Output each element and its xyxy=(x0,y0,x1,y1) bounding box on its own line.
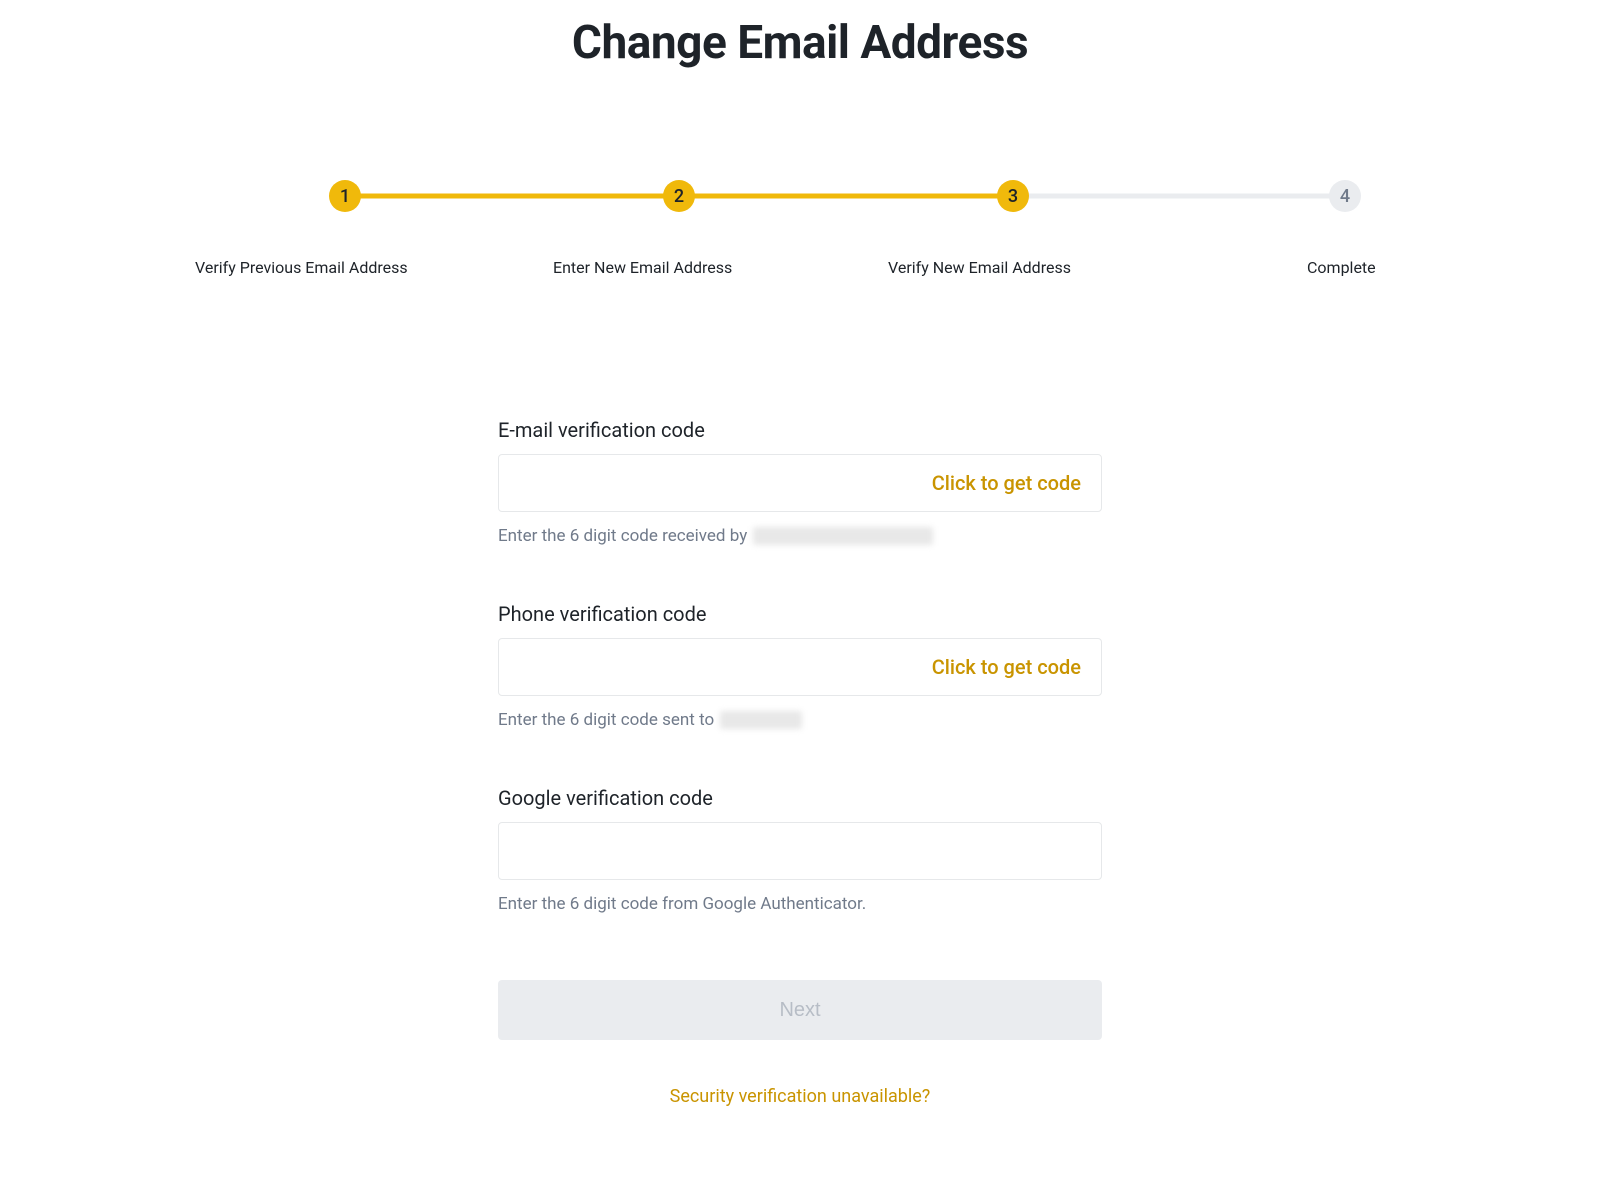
email-code-group: E-mail verification code Click to get co… xyxy=(498,418,1102,546)
email-code-input[interactable] xyxy=(519,455,932,511)
page-container: Change Email Address 1 2 3 4 Verify Prev… xyxy=(0,0,1600,1107)
stepper: 1 2 3 4 Verify Previous Email Address En… xyxy=(195,180,1405,288)
step-number-1: 1 xyxy=(340,186,350,207)
step-label-1: Verify Previous Email Address xyxy=(195,258,408,277)
next-button[interactable]: Next xyxy=(498,980,1102,1040)
phone-get-code-link[interactable]: Click to get code xyxy=(932,655,1081,679)
google-code-label: Google verification code xyxy=(498,786,1102,810)
google-code-group: Google verification code Enter the 6 dig… xyxy=(498,786,1102,914)
email-code-input-wrap: Click to get code xyxy=(498,454,1102,512)
step-label-3: Verify New Email Address xyxy=(888,258,1071,277)
email-redacted xyxy=(753,527,933,545)
step-circle-2: 2 xyxy=(663,180,695,212)
stepper-line-1 xyxy=(345,194,679,199)
phone-code-input-wrap: Click to get code xyxy=(498,638,1102,696)
step-label-4: Complete xyxy=(1307,258,1376,277)
phone-hint-prefix: Enter the 6 digit code sent to xyxy=(498,710,714,730)
security-unavailable-link[interactable]: Security verification unavailable? xyxy=(498,1086,1102,1107)
email-hint-prefix: Enter the 6 digit code received by xyxy=(498,526,747,546)
step-label-2: Enter New Email Address xyxy=(553,258,732,277)
email-code-label: E-mail verification code xyxy=(498,418,1102,442)
phone-code-label: Phone verification code xyxy=(498,602,1102,626)
email-code-hint: Enter the 6 digit code received by xyxy=(498,526,1102,546)
google-code-input[interactable] xyxy=(519,823,1081,879)
step-number-2: 2 xyxy=(674,186,684,207)
email-get-code-link[interactable]: Click to get code xyxy=(932,471,1081,495)
stepper-line-2 xyxy=(679,194,1013,199)
stepper-labels: Verify Previous Email Address Enter New … xyxy=(195,258,1405,288)
google-hint-text: Enter the 6 digit code from Google Authe… xyxy=(498,894,866,914)
step-number-3: 3 xyxy=(1008,186,1018,207)
phone-redacted xyxy=(720,711,802,729)
phone-code-hint: Enter the 6 digit code sent to xyxy=(498,710,1102,730)
step-circle-4: 4 xyxy=(1329,180,1361,212)
step-number-4: 4 xyxy=(1340,186,1350,207)
form-area: E-mail verification code Click to get co… xyxy=(498,418,1102,1107)
stepper-track: 1 2 3 4 xyxy=(345,180,1345,212)
page-title: Change Email Address xyxy=(0,16,1600,70)
step-circle-3: 3 xyxy=(997,180,1029,212)
step-circle-1: 1 xyxy=(329,180,361,212)
stepper-line-3 xyxy=(1013,194,1345,199)
google-code-hint: Enter the 6 digit code from Google Authe… xyxy=(498,894,1102,914)
phone-code-group: Phone verification code Click to get cod… xyxy=(498,602,1102,730)
phone-code-input[interactable] xyxy=(519,639,932,695)
google-code-input-wrap xyxy=(498,822,1102,880)
